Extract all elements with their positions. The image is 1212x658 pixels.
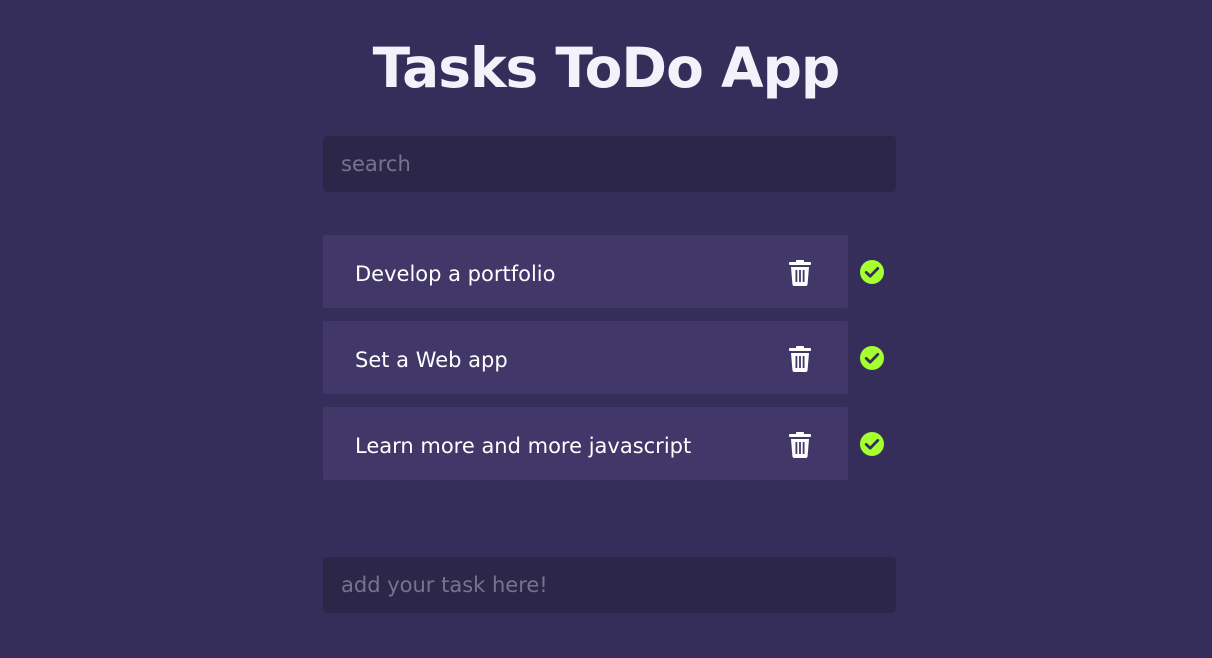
trash-icon[interactable] [789,432,811,458]
task-label: Learn more and more javascript [355,434,692,458]
task-label: Set a Web app [355,348,508,372]
task-card: Set a Web app [323,321,848,394]
check-circle-icon[interactable] [860,260,884,284]
task-item: Learn more and more javascript [323,407,903,480]
page-title: Tasks ToDo App [372,36,841,100]
check-circle-icon[interactable] [860,432,884,456]
check-circle-icon[interactable] [860,346,884,370]
trash-icon[interactable] [789,346,811,372]
task-card: Develop a portfolio [323,235,848,308]
task-card: Learn more and more javascript [323,407,848,480]
task-label: Develop a portfolio [355,262,556,286]
task-item: Develop a portfolio [323,235,903,308]
task-list: Develop a portfolio Set a Web app Learn … [323,235,903,493]
add-task-input[interactable] [323,557,896,613]
search-input[interactable] [323,136,896,192]
task-item: Set a Web app [323,321,903,394]
todo-app: Tasks ToDo App Develop a portfolio [0,0,1212,658]
trash-icon[interactable] [789,260,811,286]
